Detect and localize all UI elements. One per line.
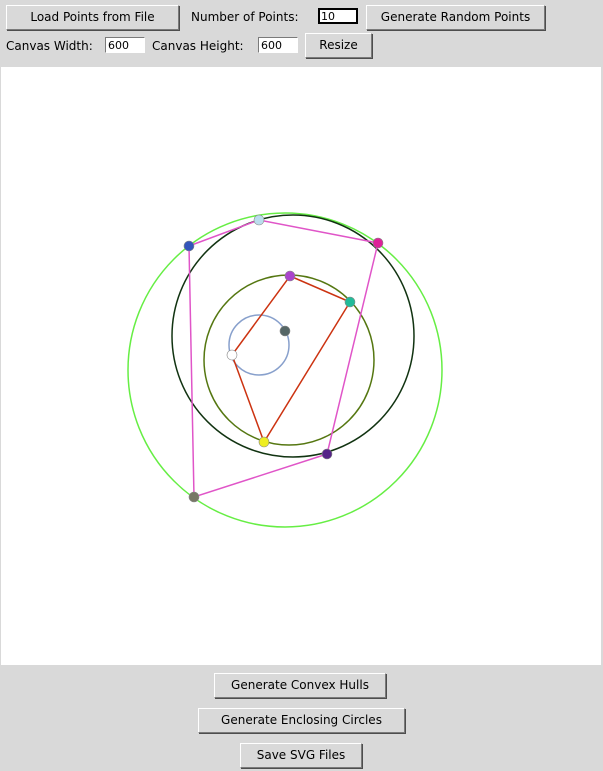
point-8 bbox=[258, 436, 270, 448]
canvas-height-input[interactable] bbox=[258, 37, 298, 53]
generate-enclosing-circles-button[interactable]: Generate Enclosing Circles bbox=[198, 708, 405, 733]
point-6 bbox=[279, 325, 291, 337]
resize-button[interactable]: Resize bbox=[305, 33, 372, 58]
points-and-hulls-drawing bbox=[127, 212, 443, 528]
enclosing-circle-1 bbox=[127, 212, 443, 528]
point-3 bbox=[372, 237, 384, 249]
number-of-points-label: Number of Points: bbox=[191, 10, 299, 24]
canvas-height-label: Canvas Height: bbox=[152, 39, 244, 53]
outer-convex-hull bbox=[188, 219, 379, 499]
save-svg-files-button[interactable]: Save SVG Files bbox=[240, 743, 362, 768]
inner-convex-hull bbox=[231, 275, 352, 444]
point-5 bbox=[344, 296, 356, 308]
canvas-width-label: Canvas Width: bbox=[6, 39, 93, 53]
generate-random-points-button[interactable]: Generate Random Points bbox=[366, 5, 545, 30]
enclosing-circle-2 bbox=[171, 214, 415, 458]
number-of-points-input[interactable] bbox=[318, 8, 358, 24]
point-7 bbox=[226, 349, 238, 361]
main-window: Load Points from File Number of Points: … bbox=[0, 0, 603, 771]
point-1 bbox=[183, 240, 195, 252]
point-2 bbox=[253, 214, 265, 226]
load-points-button[interactable]: Load Points from File bbox=[6, 5, 179, 30]
point-10 bbox=[188, 491, 200, 503]
point-9 bbox=[321, 448, 333, 460]
point-4 bbox=[284, 270, 296, 282]
drawing-canvas[interactable] bbox=[1, 67, 601, 665]
canvas-width-input[interactable] bbox=[105, 37, 145, 53]
generate-convex-hulls-button[interactable]: Generate Convex Hulls bbox=[214, 673, 386, 698]
enclosing-circle-4 bbox=[228, 314, 290, 376]
